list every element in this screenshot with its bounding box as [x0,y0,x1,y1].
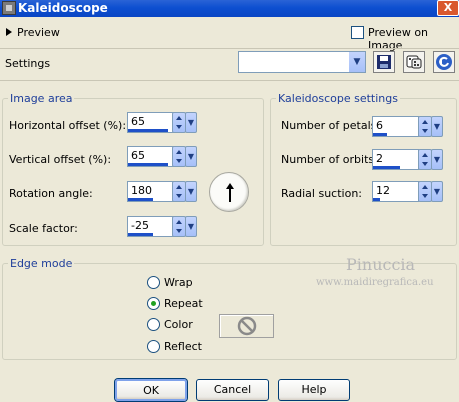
rotation-angle-label: Rotation angle: [9,187,93,200]
vertical-offset-spinner[interactable] [172,146,186,167]
petals-label: Number of petals: [281,119,381,132]
petals-dropdown[interactable]: ▼ [431,116,443,137]
help-button[interactable]: Help [278,379,350,401]
rotation-angle-slider[interactable] [128,198,153,201]
edge-color-swatch[interactable] [219,314,274,338]
reset-button[interactable] [433,51,455,73]
dial-needle-icon [226,183,234,202]
app-icon [2,1,16,15]
radial-suction-spinner[interactable] [418,181,432,202]
horizontal-offset-slider[interactable] [128,129,169,132]
orbits-dropdown[interactable]: ▼ [431,149,443,170]
save-preset-button[interactable] [373,51,395,73]
vertical-offset-label: Vertical offset (%): [9,153,112,166]
radial-suction-slider[interactable] [373,198,380,201]
randomize-button[interactable] [403,51,425,73]
watermark-url: www.maidiregrafica.eu [316,277,434,288]
scale-factor-label: Scale factor: [9,222,78,235]
horizontal-offset-dropdown[interactable]: ▼ [185,112,197,133]
cancel-button[interactable]: Cancel [196,379,269,401]
close-button[interactable]: X [437,0,459,16]
scale-factor-input[interactable]: -25 [127,216,178,237]
reset-icon [436,54,452,70]
repeat-radio[interactable] [147,297,160,310]
expand-preview-icon[interactable] [6,28,12,36]
rotation-dial[interactable] [209,172,249,212]
repeat-label[interactable]: Repeat [164,297,203,310]
orbits-slider[interactable] [373,166,400,169]
horizontal-offset-label: Horizontal offset (%): [9,119,127,132]
preview-toggle[interactable]: Preview [17,26,60,39]
vertical-offset-input[interactable]: 65 [127,146,178,167]
scale-factor-dropdown[interactable]: ▼ [185,216,197,237]
no-color-icon [237,316,256,336]
horizontal-offset-spinner[interactable] [172,112,186,133]
radial-suction-input[interactable]: 12 [372,181,419,202]
rotation-angle-input[interactable]: 180 [127,181,178,202]
edge-mode-title: Edge mode [8,257,75,270]
rotation-angle-spinner[interactable] [172,181,186,202]
rotation-angle-dropdown[interactable]: ▼ [185,181,197,202]
horizontal-offset-input[interactable]: 65 [127,112,178,133]
divider [0,48,459,49]
window-title: Kaleidoscope [18,1,108,15]
color-radio[interactable] [147,318,160,331]
settings-dropdown[interactable]: ▼ [238,51,366,73]
radial-suction-dropdown[interactable]: ▼ [431,181,443,202]
ok-button[interactable]: OK [115,379,187,401]
watermark-name: Pinuccia [346,255,416,274]
color-label[interactable]: Color [164,318,193,331]
petals-spinner[interactable] [418,116,432,137]
vertical-offset-slider[interactable] [128,163,169,166]
petals-input[interactable]: 6 [372,116,419,137]
chevron-down-icon[interactable]: ▼ [348,52,365,72]
radial-suction-label: Radial suction: [281,187,363,200]
image-area-title: Image area [8,92,75,105]
scale-factor-spinner[interactable] [172,216,186,237]
divider [0,80,459,81]
scale-factor-slider[interactable] [128,233,153,236]
settings-label: Settings [5,57,51,70]
vertical-offset-dropdown[interactable]: ▼ [185,146,197,167]
petals-slider[interactable] [373,133,387,136]
save-icon [377,55,391,69]
orbits-spinner[interactable] [418,149,432,170]
orbits-label: Number of orbits: [281,153,378,166]
dice-icon [406,55,422,69]
kaleidoscope-settings-title: Kaleidoscope settings [276,92,400,105]
wrap-label[interactable]: Wrap [164,276,193,289]
reflect-label[interactable]: Reflect [164,340,202,353]
preview-on-image-checkbox[interactable] [351,26,364,39]
reflect-radio[interactable] [147,340,160,353]
wrap-radio[interactable] [147,276,160,289]
orbits-input[interactable]: 2 [372,149,419,170]
